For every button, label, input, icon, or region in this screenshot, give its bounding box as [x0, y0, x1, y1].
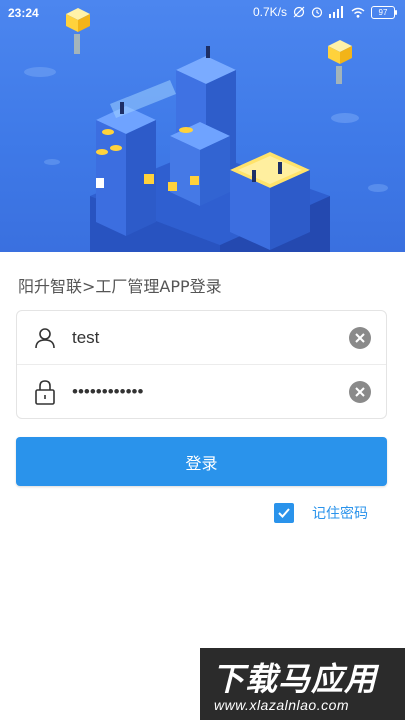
hero-banner: 23:24 0.7K/s 97	[0, 0, 405, 252]
password-field[interactable]: ••••••••••••	[17, 365, 386, 418]
user-icon	[31, 324, 59, 352]
hero-illustration	[24, 8, 388, 252]
clear-icon[interactable]	[348, 326, 372, 350]
username-input[interactable]: test	[72, 328, 348, 348]
network-speed: 0.7K/s	[252, 5, 287, 19]
login-form: test ••••••••••••	[16, 310, 387, 419]
password-input[interactable]: ••••••••••••	[72, 382, 348, 402]
username-field[interactable]: test	[17, 311, 386, 365]
watermark-url: www.xlazalnlao.com	[214, 697, 350, 713]
clear-icon[interactable]	[348, 380, 372, 404]
signal-icon	[329, 6, 345, 18]
remember-password[interactable]: 记住密码	[274, 503, 368, 523]
page-title: 阳升智联>工厂管理APP登录	[18, 277, 222, 296]
status-bar: 23:24 0.7K/s 97	[0, 0, 405, 28]
watermark-main: 下载马应用	[212, 660, 378, 698]
battery-icon: 97	[371, 5, 397, 19]
remember-label[interactable]: 记住密码	[312, 503, 368, 523]
login-button[interactable]: 登录	[16, 437, 387, 486]
lock-icon	[31, 378, 59, 406]
remember-checkbox[interactable]	[274, 503, 294, 523]
alarm-off-icon	[293, 6, 305, 18]
status-time: 23:24	[8, 6, 39, 20]
wifi-icon	[351, 7, 365, 18]
checkmark-icon	[278, 508, 290, 518]
alarm-clock-icon	[311, 6, 323, 18]
watermark: 下载马应用 www.xlazalnlao.com	[200, 648, 405, 720]
